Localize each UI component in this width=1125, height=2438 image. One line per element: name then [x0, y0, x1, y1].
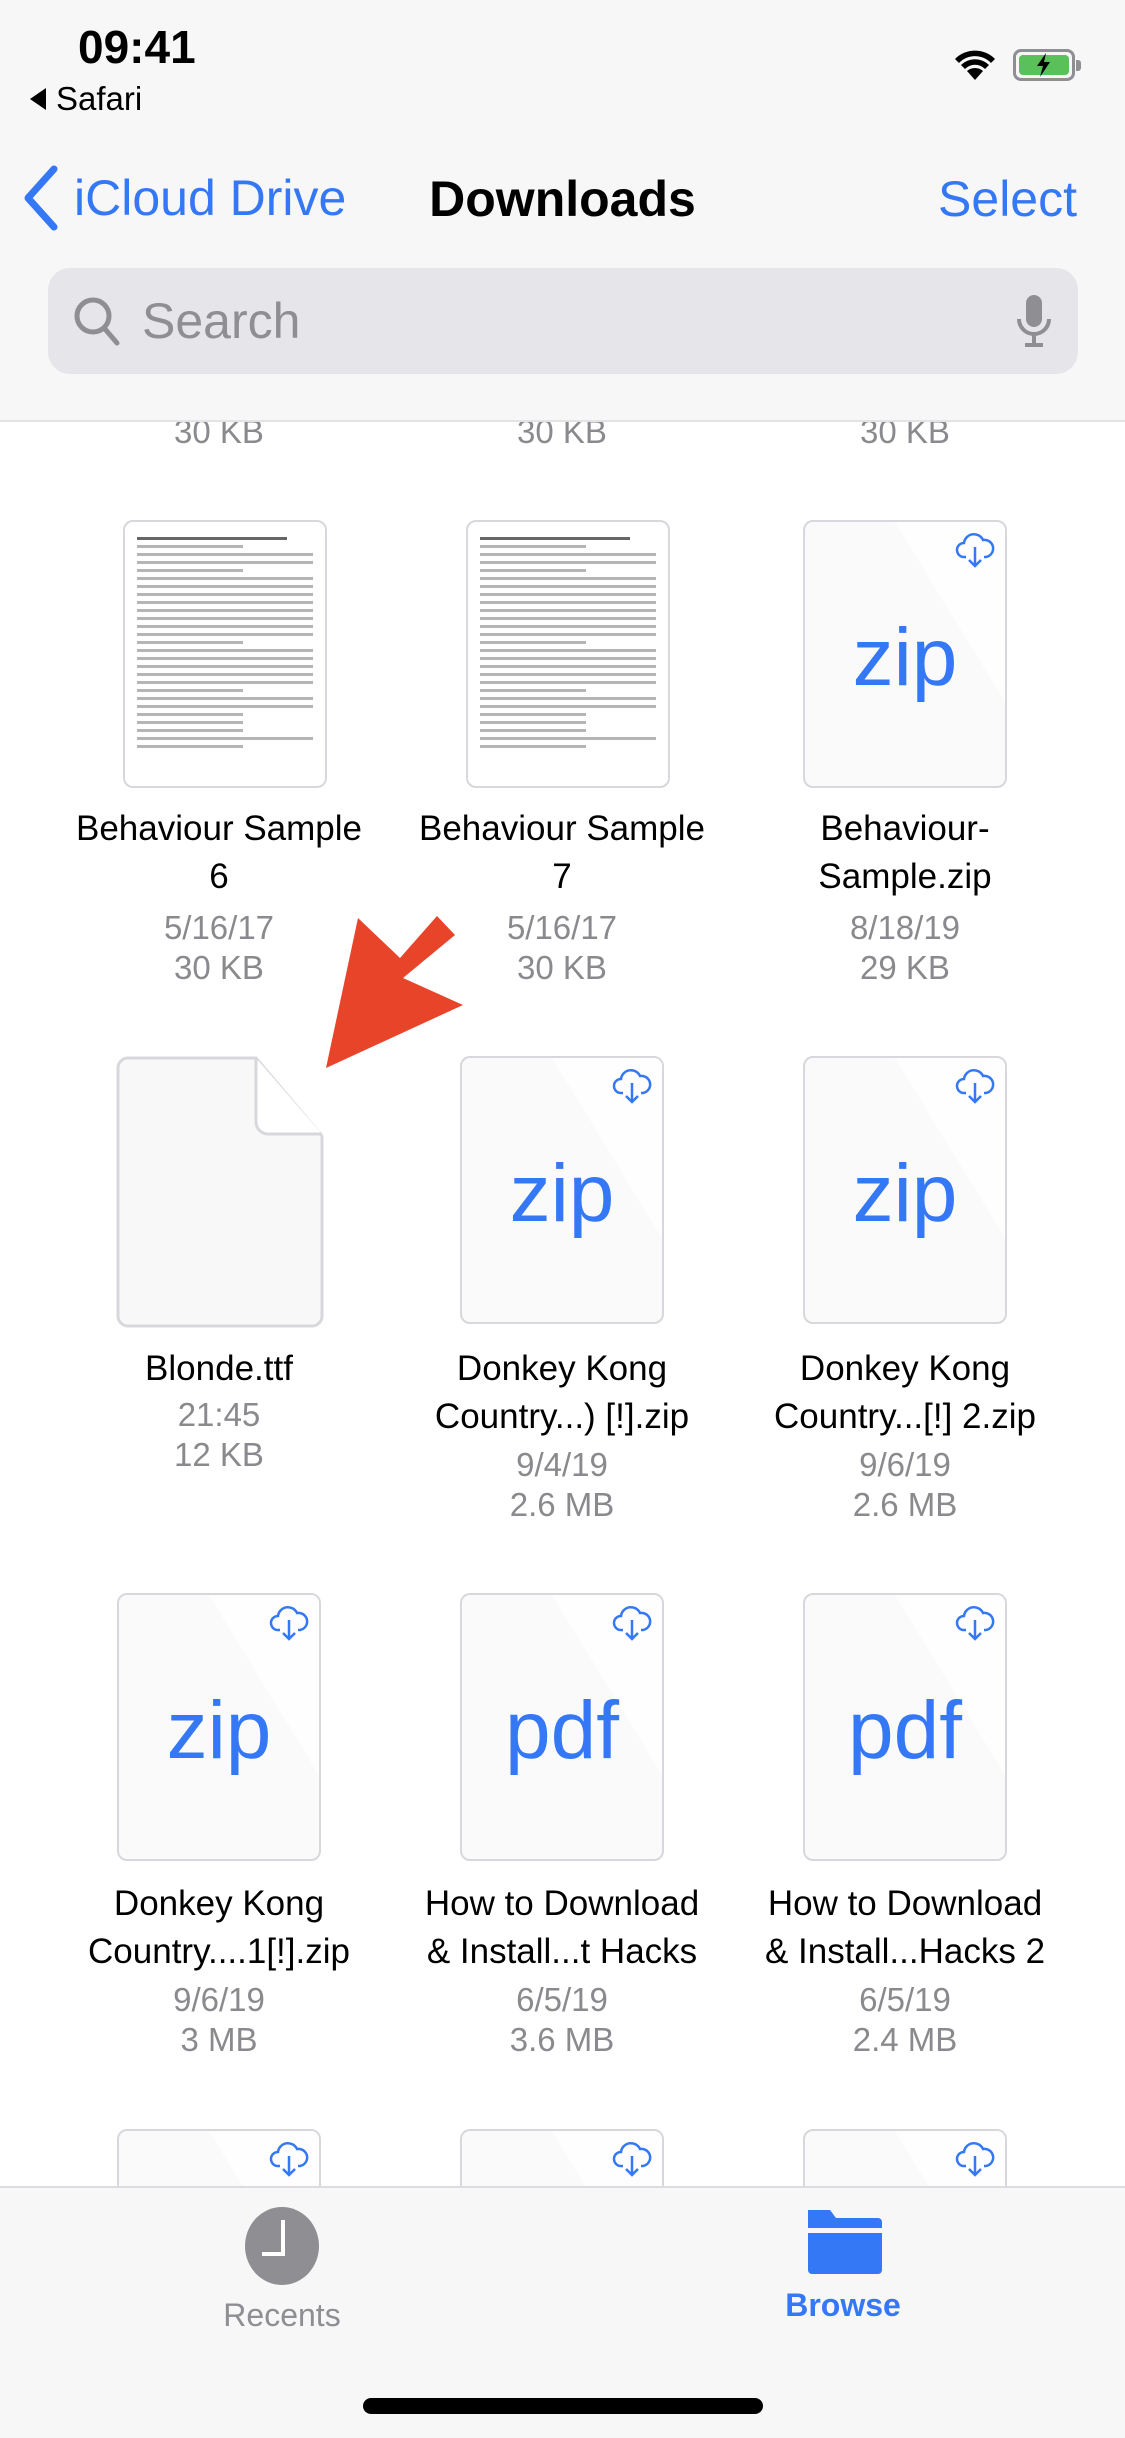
tab-bar: Recents Browse — [0, 2186, 1125, 2438]
tab-browse-label: Browse — [785, 2287, 901, 2323]
header: 09:41 Safari iCloud Drive Downloads Sele… — [0, 0, 1125, 422]
cloud-download-icon — [955, 1606, 995, 1641]
back-triangle-icon — [30, 88, 46, 110]
file-meta: 8/18/19 29 KB — [849, 909, 961, 986]
document-thumbnail — [123, 520, 327, 788]
clock-icon — [245, 2207, 319, 2285]
zip-thumbnail: zip — [803, 520, 1007, 788]
file-name: Blonde.ttf — [145, 1349, 293, 1388]
file-meta: 6/5/19 2.4 MB — [852, 1981, 958, 2058]
file-meta: 9/6/19 2.6 MB — [852, 1446, 958, 1523]
cloud-download-icon — [955, 1069, 995, 1104]
file-meta: 5/16/17 30 KB — [506, 909, 618, 986]
zip-thumbnail: zip — [803, 1056, 1007, 1324]
status-time: 09:41 — [78, 21, 196, 73]
wifi-icon — [955, 50, 995, 80]
file-thumbnail-partial[interactable] — [460, 2129, 664, 2186]
file-thumbnail-partial[interactable] — [117, 2129, 321, 2186]
file-type-label: zip — [509, 1148, 615, 1239]
file-name: Donkey Kong Country....1[!].zip — [88, 1884, 350, 1971]
blank-file-icon — [116, 1056, 324, 1328]
file-name: Donkey Kong Country...) [!].zip — [434, 1349, 690, 1436]
cloud-download-icon — [955, 2142, 995, 2177]
cloud-download-icon — [612, 1069, 652, 1104]
file-type-label: pdf — [848, 1685, 962, 1776]
file-size: 30 KB — [174, 420, 264, 450]
file-meta: 9/6/19 3 MB — [173, 1981, 265, 2058]
status-icons — [953, 48, 1081, 82]
tab-browse[interactable]: Browse — [743, 2206, 943, 2324]
folder-icon — [808, 2210, 882, 2274]
battery-icon — [1013, 49, 1081, 81]
file-type-label: zip — [852, 1148, 958, 1239]
cloud-download-icon — [955, 533, 995, 568]
search-icon — [74, 297, 120, 346]
file-size: 30 KB — [860, 420, 950, 450]
file-type-label: zip — [852, 612, 958, 703]
file-meta: 6/5/19 3.6 MB — [509, 1981, 615, 2058]
file-type-label: pdf — [505, 1685, 619, 1776]
home-indicator[interactable] — [363, 2398, 763, 2414]
file-grid: 30 KB 30 KB 30 KB Behaviour Sample 6 5/16… — [0, 420, 1125, 2186]
document-thumbnail — [466, 520, 670, 788]
file-meta: 9/4/19 2.6 MB — [509, 1446, 615, 1523]
tab-recents-label: Recents — [223, 2297, 341, 2333]
microphone-icon[interactable] — [1014, 293, 1054, 349]
file-name: Behaviour- Sample.zip — [818, 809, 992, 896]
cloud-download-icon — [269, 2142, 309, 2177]
pdf-thumbnail: pdf — [460, 1593, 664, 1861]
search-input[interactable] — [140, 291, 1014, 351]
file-name: Behaviour Sample 6 — [76, 809, 362, 896]
back-to-app[interactable]: Safari — [30, 80, 142, 118]
file-size: 30 KB — [517, 420, 607, 450]
zip-thumbnail: zip — [460, 1056, 664, 1324]
file-name: Behaviour Sample 7 — [419, 809, 705, 896]
pdf-thumbnail: pdf — [803, 1593, 1007, 1861]
select-button[interactable]: Select — [938, 170, 1077, 228]
cloud-download-icon — [612, 1606, 652, 1641]
zip-thumbnail: zip — [117, 1593, 321, 1861]
file-name: How to Download & Install...Hacks 2 — [764, 1884, 1046, 1971]
cloud-download-icon — [612, 2142, 652, 2177]
tab-recents[interactable]: Recents — [182, 2206, 382, 2334]
file-name: Donkey Kong Country...[!] 2.zip — [774, 1349, 1036, 1436]
file-thumbnail-partial[interactable] — [803, 2129, 1007, 2186]
search-bar[interactable] — [48, 268, 1078, 374]
file-meta: 21:45 12 KB — [174, 1396, 264, 1473]
file-type-label: zip — [166, 1685, 272, 1776]
file-meta: 5/16/17 30 KB — [163, 909, 275, 986]
cloud-download-icon — [269, 1606, 309, 1641]
file-name: How to Download & Install...t Hacks — [424, 1884, 700, 1971]
back-app-label: Safari — [56, 80, 143, 117]
